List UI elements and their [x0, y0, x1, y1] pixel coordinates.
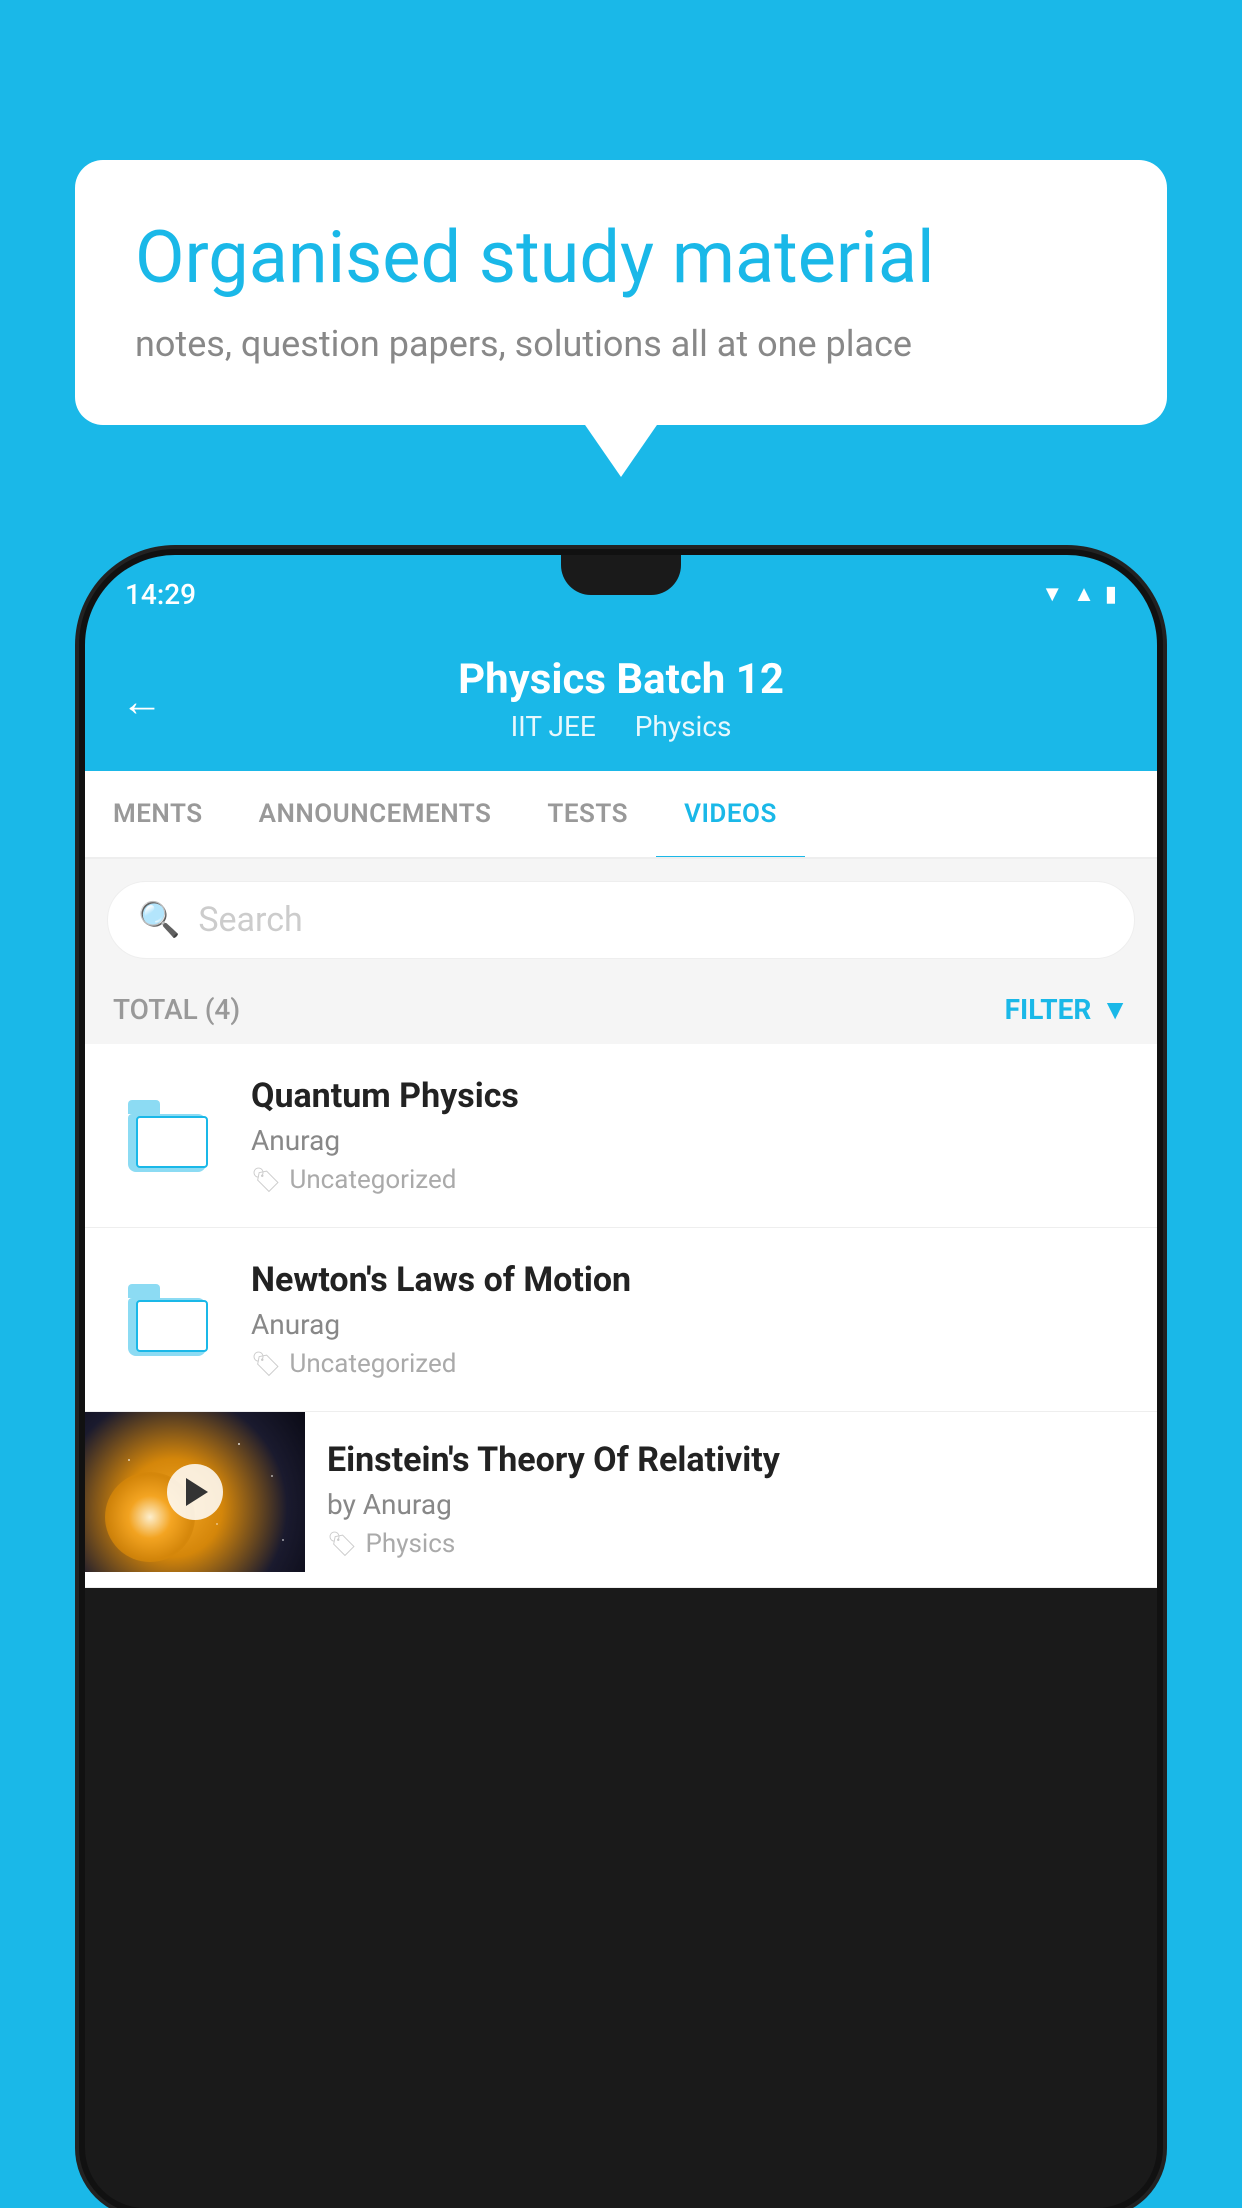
- phone-frame: 14:29 ▼ ▲ ▮ ← Physics Batch 12 IIT JEE P…: [85, 555, 1157, 2208]
- app-header: ← Physics Batch 12 IIT JEE Physics: [85, 633, 1157, 771]
- list-item[interactable]: Newton's Laws of Motion Anurag 🏷 Uncateg…: [85, 1228, 1157, 1412]
- tab-ments[interactable]: MENTS: [85, 771, 231, 857]
- back-button[interactable]: ←: [121, 678, 163, 727]
- play-icon: [186, 1478, 208, 1506]
- item-title: Einstein's Theory Of Relativity: [327, 1440, 1135, 1480]
- tag-icon: 🏷: [327, 1530, 357, 1558]
- signal-icon: ▲: [1073, 581, 1095, 607]
- item-author: Anurag: [251, 1308, 1129, 1341]
- filter-label: FILTER: [1005, 993, 1092, 1026]
- item-tag: 🏷 Uncategorized: [251, 1349, 1129, 1379]
- item-details: Quantum Physics Anurag 🏷 Uncategorized: [251, 1076, 1129, 1195]
- filter-button[interactable]: FILTER ▼: [1005, 993, 1129, 1026]
- item-details: Newton's Laws of Motion Anurag 🏷 Uncateg…: [251, 1260, 1129, 1379]
- filter-row: TOTAL (4) FILTER ▼: [85, 981, 1157, 1044]
- play-button[interactable]: [167, 1464, 223, 1520]
- item-icon-wrap: [113, 1081, 223, 1191]
- search-placeholder: Search: [198, 900, 302, 940]
- tab-tests[interactable]: TESTS: [519, 771, 656, 857]
- item-tag: 🏷 Physics: [327, 1529, 1135, 1559]
- filter-icon: ▼: [1101, 993, 1129, 1026]
- tabs-bar: MENTS ANNOUNCEMENTS TESTS VIDEOS: [85, 771, 1157, 859]
- content-area: 🔍 Search TOTAL (4) FILTER ▼: [85, 859, 1157, 1588]
- video-thumbnail: [85, 1412, 305, 1572]
- video-list: Quantum Physics Anurag 🏷 Uncategorized: [85, 1044, 1157, 1588]
- tag-icon: 🏷: [251, 1166, 281, 1194]
- item-title: Quantum Physics: [251, 1076, 1129, 1116]
- item-title: Newton's Laws of Motion: [251, 1260, 1129, 1300]
- list-item-with-thumb[interactable]: Einstein's Theory Of Relativity by Anura…: [85, 1412, 1157, 1588]
- item-author: Anurag: [251, 1124, 1129, 1157]
- header-subtitle-part2: Physics: [635, 710, 732, 743]
- item-icon-wrap: [113, 1265, 223, 1375]
- bubble-subtitle: notes, question papers, solutions all at…: [135, 323, 1107, 365]
- notch: [561, 555, 681, 595]
- tag-label: Uncategorized: [289, 1349, 456, 1379]
- tab-announcements[interactable]: ANNOUNCEMENTS: [231, 771, 520, 857]
- bubble-title: Organised study material: [135, 215, 1107, 301]
- status-bar: 14:29 ▼ ▲ ▮: [85, 555, 1157, 633]
- status-time: 14:29: [125, 578, 196, 611]
- header-subtitle-part1: IIT JEE: [511, 710, 596, 743]
- tag-label: Physics: [365, 1529, 455, 1559]
- header-title: Physics Batch 12: [125, 655, 1117, 704]
- search-icon: 🔍: [138, 900, 180, 940]
- total-label: TOTAL (4): [113, 993, 240, 1026]
- item-details: Einstein's Theory Of Relativity by Anura…: [305, 1412, 1157, 1587]
- tag-icon: 🏷: [251, 1350, 281, 1378]
- wifi-icon: ▼: [1041, 581, 1063, 607]
- status-icons: ▼ ▲ ▮: [1041, 581, 1117, 607]
- item-author: by Anurag: [327, 1488, 1135, 1521]
- item-tag: 🏷 Uncategorized: [251, 1165, 1129, 1195]
- tag-label: Uncategorized: [289, 1165, 456, 1195]
- folder-icon: [128, 1284, 208, 1356]
- search-bar[interactable]: 🔍 Search: [107, 881, 1135, 959]
- list-item[interactable]: Quantum Physics Anurag 🏷 Uncategorized: [85, 1044, 1157, 1228]
- speech-bubble: Organised study material notes, question…: [75, 160, 1167, 425]
- battery-icon: ▮: [1105, 582, 1117, 607]
- header-subtitle: IIT JEE Physics: [125, 710, 1117, 743]
- tab-videos[interactable]: VIDEOS: [656, 771, 805, 857]
- folder-icon: [128, 1100, 208, 1172]
